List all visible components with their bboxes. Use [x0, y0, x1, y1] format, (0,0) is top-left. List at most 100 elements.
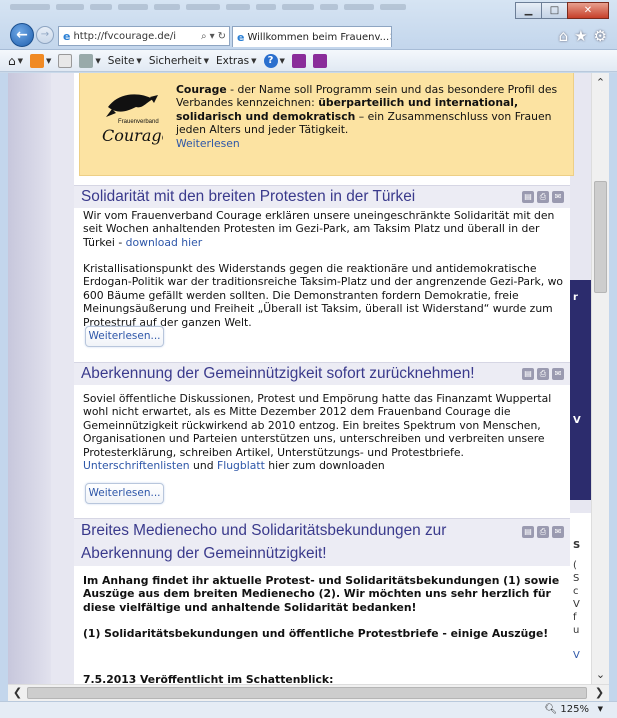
zoom-level: 125% — [560, 704, 589, 715]
svg-text:Frauenverband: Frauenverband — [118, 119, 159, 125]
rss-icon — [30, 53, 45, 68]
arrow-left-icon: ← — [16, 27, 28, 43]
horizontal-scrollbar[interactable]: ❮ ❯ — [8, 684, 609, 701]
page-menu-label: Seite — [107, 54, 135, 67]
maximize-button[interactable]: □ — [541, 2, 568, 19]
scroll-down-icon[interactable]: ⌄ — [592, 666, 609, 683]
onenote-button-1[interactable] — [291, 53, 306, 68]
flyer-link[interactable]: Flugblatt — [217, 459, 265, 472]
article-title[interactable]: Aberkennung der Gemeinnützigkeit! — [81, 545, 327, 563]
onenote-button-2[interactable] — [312, 53, 327, 68]
print-menu[interactable]: ▼ — [79, 53, 101, 68]
help-icon: ? — [263, 53, 278, 68]
command-bar: ⌂ ▼ ▼ ▼ Seite ▼ Sicherheit ▼ Extras ▼ ? ▼ — [0, 50, 617, 72]
sidebar-letter: ( — [573, 560, 577, 571]
read-more-button[interactable]: Weiterlesen... — [85, 483, 164, 504]
signature-lists-link[interactable]: Unterschriftenlisten — [83, 459, 190, 472]
article-paragraph: Wir vom Frauenverband Courage erklären u… — [83, 209, 565, 249]
sidebar-letter: S — [573, 540, 581, 551]
sidebar-letter: f — [573, 612, 577, 623]
mail-icon — [58, 53, 73, 68]
sidebar-letter: S — [573, 573, 580, 584]
arrow-right-icon: → — [40, 29, 50, 40]
sidebar-blue-box: r V — [570, 280, 591, 500]
page-left-margin — [8, 73, 51, 684]
back-button[interactable]: ← — [10, 23, 34, 47]
safety-menu-label: Sicherheit — [148, 54, 202, 67]
sidebar-white-box: S ( S c V f u V — [570, 513, 591, 684]
vertical-scrollbar[interactable]: ⌃ ⌄ — [591, 73, 609, 684]
page-viewport: r V S ( S c V f u V Frauenverband Courag… — [8, 73, 591, 684]
forward-button[interactable]: → — [36, 26, 54, 44]
home-icon[interactable]: ⌂ — [559, 27, 569, 45]
zoom-dropdown-icon[interactable]: ▼ — [598, 705, 603, 713]
article-title[interactable]: Aberkennung der Gemeinnützigkeit sofort … — [81, 365, 475, 383]
favorites-star-icon[interactable]: ★ — [574, 27, 587, 45]
email-icon[interactable]: ✉ — [552, 368, 564, 380]
vertical-scroll-thumb[interactable] — [594, 181, 607, 293]
intro-box: Frauenverband Courage Courage - der Name… — [79, 73, 574, 176]
browser-titlebar: ▁ □ ✕ ← → e http://fvcourage.de/i ⌕ ▾ ↻ … — [0, 0, 617, 50]
article-title[interactable]: Solidarität mit den breiten Protesten in… — [81, 188, 415, 206]
article-text: hier zum downloaden — [264, 459, 385, 473]
address-url: http://fvcourage.de/i — [73, 30, 177, 42]
refresh-icon[interactable]: ↻ — [218, 31, 226, 42]
home-small-icon: ⌂ — [8, 53, 16, 68]
close-window-button[interactable]: ✕ — [567, 2, 609, 19]
sidebar-letter: V — [573, 650, 580, 661]
tab-close-icon[interactable]: ✕ — [389, 32, 391, 43]
pdf-icon[interactable]: ▤ — [522, 368, 534, 380]
safety-menu[interactable]: Sicherheit ▼ — [149, 55, 209, 67]
home-menu[interactable]: ⌂ ▼ — [8, 54, 23, 68]
scroll-right-icon[interactable]: ❯ — [591, 685, 608, 701]
page-menu[interactable]: Seite ▼ — [108, 55, 142, 67]
email-icon[interactable]: ✉ — [552, 191, 564, 203]
pdf-icon[interactable]: ▤ — [522, 191, 534, 203]
article-paragraph: 7.5.2013 Veröffentlicht im Schattenblick… — [83, 673, 334, 684]
article-title[interactable]: Breites Medienecho und Solidaritätsbekun… — [81, 522, 446, 540]
print-icon[interactable]: ⎙ — [537, 191, 549, 203]
search-icon[interactable]: ⌕ — [201, 31, 207, 42]
window-frame-right — [609, 73, 617, 701]
gear-icon[interactable]: ⚙ — [594, 27, 607, 45]
extras-menu-label: Extras — [215, 54, 250, 67]
scroll-left-icon[interactable]: ❮ — [9, 685, 26, 701]
help-menu[interactable]: ? ▼ — [263, 53, 285, 68]
horizontal-scroll-thumb[interactable] — [27, 687, 587, 699]
mail-button[interactable] — [58, 53, 73, 68]
print-icon[interactable]: ⎙ — [537, 526, 549, 538]
onenote-icon-2 — [312, 53, 327, 68]
article-header: Breites Medienecho und Solidaritätsbekun… — [74, 518, 570, 566]
print-icon[interactable]: ⎙ — [537, 368, 549, 380]
scroll-up-icon[interactable]: ⌃ — [592, 74, 609, 91]
article-paragraph: (1) Solidaritätsbekundungen und öffentli… — [83, 627, 549, 640]
zoom-control[interactable]: 🔍︎ 125% — [545, 704, 589, 715]
sidebar-letter: u — [573, 625, 580, 636]
blurred-favorites-strip — [10, 2, 510, 12]
sidebar-letter: V — [573, 599, 580, 610]
address-bar[interactable]: e http://fvcourage.de/i ⌕ ▾ ↻ — [58, 26, 230, 46]
tab-ie-icon: e — [237, 30, 245, 44]
article-paragraph: Kristallisationspunkt des Widerstands ge… — [83, 262, 564, 329]
status-bar: 🔍︎ 125% ▼ — [0, 701, 617, 718]
sidebar-letter: c — [573, 586, 579, 597]
zoom-icon: 🔍︎ — [544, 704, 558, 715]
pdf-icon[interactable]: ▤ — [522, 526, 534, 538]
read-more-button[interactable]: Weiterlesen... — [85, 326, 164, 347]
intro-read-more-link[interactable]: Weiterlesen — [176, 137, 240, 150]
sidebar-letter: r — [573, 292, 578, 303]
tab-active[interactable]: e Willkommen beim Frauenv... ✕ — [232, 26, 392, 47]
minimize-button[interactable]: ▁ — [515, 2, 542, 19]
onenote-icon — [291, 53, 306, 68]
extras-menu[interactable]: Extras ▼ — [216, 55, 257, 67]
ie-icon: e — [63, 29, 71, 43]
article-header: Aberkennung der Gemeinnützigkeit sofort … — [74, 362, 570, 385]
article-text: Soviel öffentliche Diskussionen, Protest… — [83, 392, 552, 459]
dropdown-icon[interactable]: ▾ — [210, 31, 215, 42]
feeds-menu[interactable]: ▼ — [30, 53, 51, 68]
tab-title: Willkommen beim Frauenv... — [247, 31, 390, 43]
download-link[interactable]: download hier — [126, 236, 203, 249]
svg-text:Courage: Courage — [102, 126, 163, 145]
email-icon[interactable]: ✉ — [552, 526, 564, 538]
article-text: und — [189, 459, 217, 473]
